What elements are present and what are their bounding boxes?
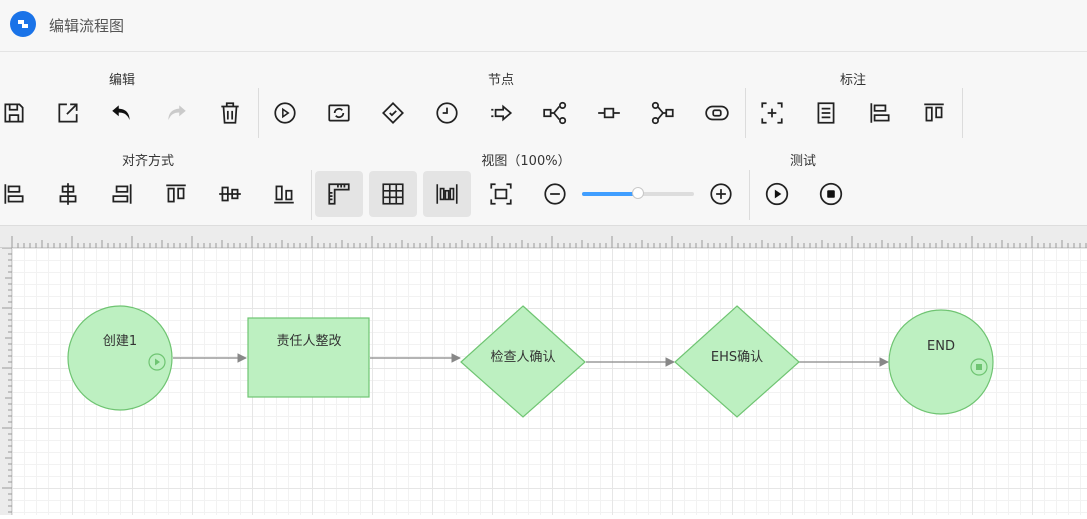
gateway-node[interactable]: EHS确认 xyxy=(674,305,800,418)
node-label: 创建1 xyxy=(103,334,137,349)
start-node[interactable]: 创建1 xyxy=(67,305,173,411)
node-label: EHS确认 xyxy=(711,350,763,365)
node-label: 责任人整改 xyxy=(276,334,341,349)
task-node[interactable]: 责任人整改 xyxy=(247,317,370,398)
gateway-node[interactable]: 检查人确认 xyxy=(460,305,586,418)
end-node[interactable]: END xyxy=(888,309,994,415)
node-label: 检查人确认 xyxy=(490,350,555,365)
node-label: END xyxy=(927,339,955,354)
flow-diagram: 创建1 责任人整改 检查人确认 EHS确认 END xyxy=(67,305,994,418)
